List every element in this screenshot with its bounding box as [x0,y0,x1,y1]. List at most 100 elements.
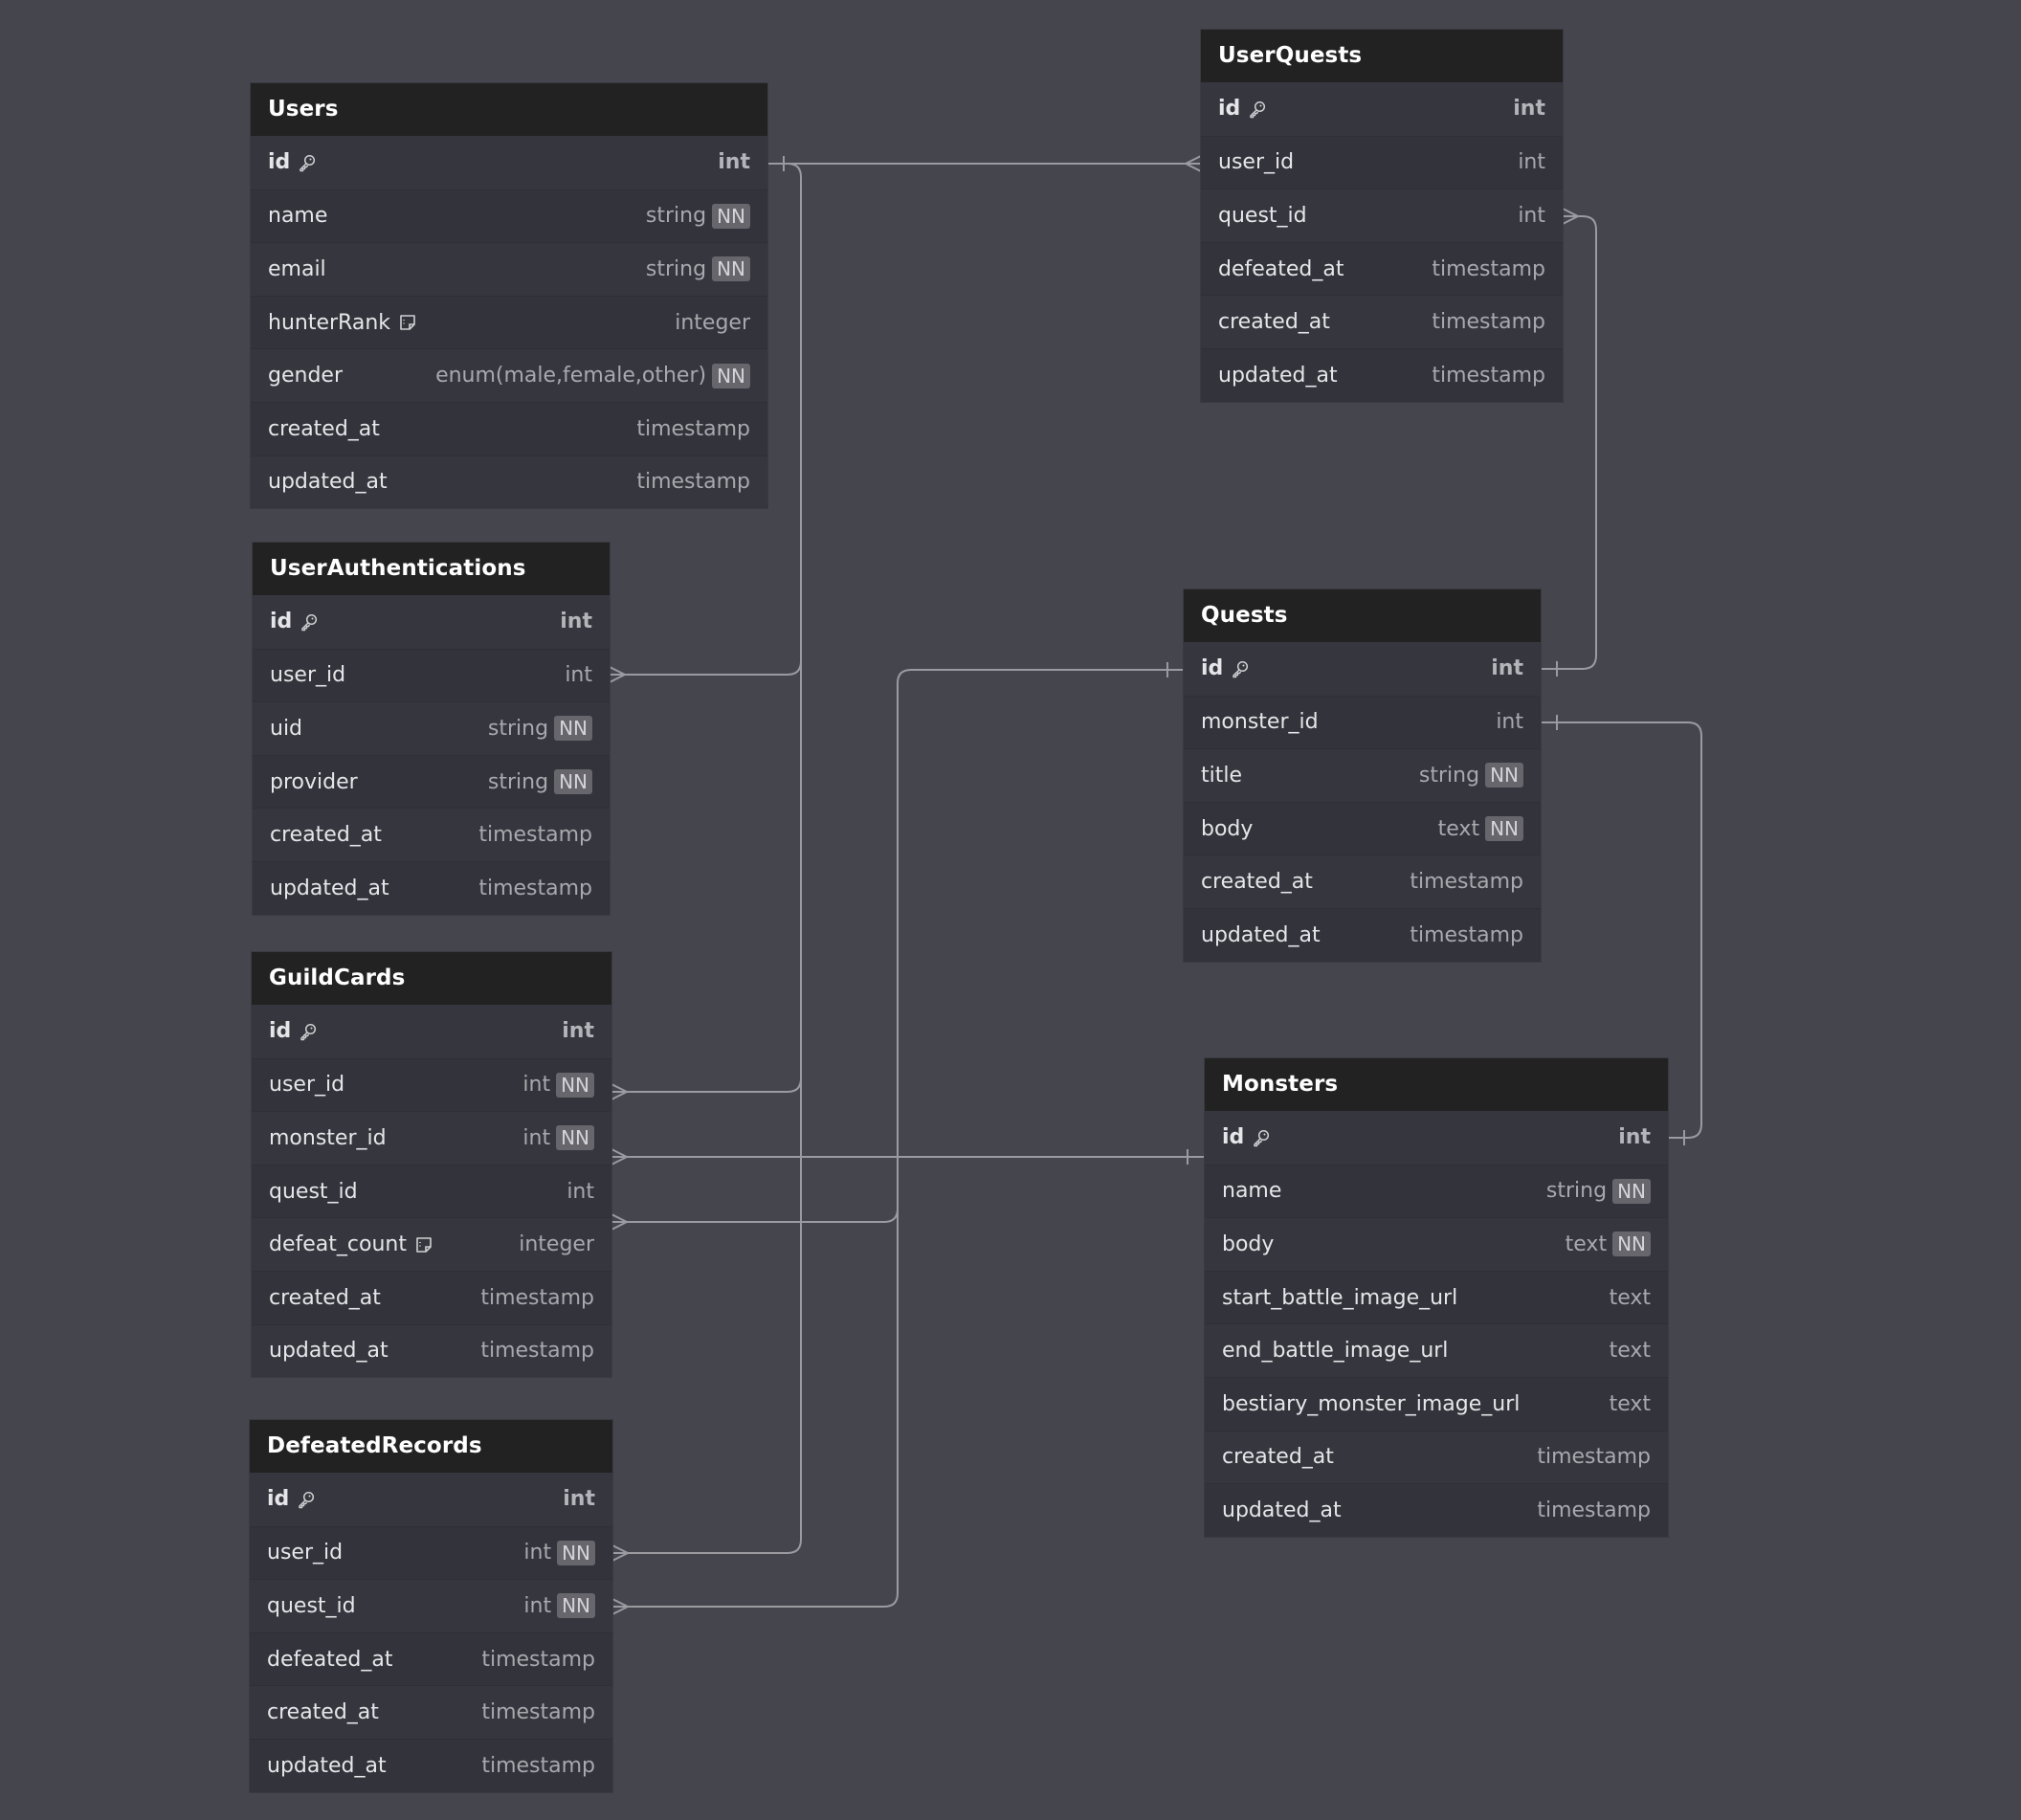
field-row[interactable]: name string NN [251,189,767,243]
field-name-text: created_at [1201,870,1313,895]
edge-users-defeatedrecords[interactable] [612,1539,802,1554]
table-title[interactable]: UserAuthentications [253,543,610,595]
field-row[interactable]: updated_at timestamp [252,1323,611,1378]
field-row[interactable]: monster_id int [1184,695,1541,749]
table-guildcards[interactable]: GuildCards id int user_id int NN monster_id int… [252,952,611,1378]
table-userquests[interactable]: UserQuests id int user_id int quest_id int defe… [1201,30,1563,402]
edge-users-userauth[interactable] [610,660,802,676]
field-row[interactable]: updated_at timestamp [250,1738,612,1792]
not-null-badge: NN [557,1593,595,1619]
field-row[interactable]: created_at timestamp [1184,855,1541,908]
field-row[interactable]: created_at timestamp [1201,295,1563,348]
field-type: integer [675,311,750,335]
edge-quests-guildcards[interactable] [611,1208,899,1223]
field-row[interactable]: id int [1205,1111,1668,1165]
table-quests[interactable]: Quests id int monster_id int title string NN bod… [1184,589,1541,962]
field-row[interactable]: defeated_at timestamp [1201,241,1563,296]
field-row[interactable]: id int [1184,642,1541,696]
field-type: timestamp [636,417,750,441]
field-row[interactable]: uid string NN [253,701,610,755]
table-title[interactable]: Monsters [1205,1058,1668,1111]
field-type-text: timestamp [1410,922,1523,947]
field-type-text: int [562,1019,594,1044]
edge-users-guildcards[interactable] [611,1077,802,1093]
field-type-text: int [523,1541,552,1565]
field-row[interactable]: bestiary_monster_image_url text [1205,1376,1668,1431]
table-title[interactable]: UserQuests [1201,30,1563,82]
not-null-badge: NN [712,256,750,282]
field-row[interactable]: id int [253,595,610,649]
field-name: user_id [267,1541,343,1565]
field-name-text: email [268,256,326,281]
field-row[interactable]: quest_id int [1201,189,1563,242]
edge-users-trunk[interactable] [767,163,802,1540]
field-type: int [1496,710,1523,734]
field-type-text: timestamp [481,1647,595,1672]
field-row[interactable]: created_at timestamp [1205,1430,1668,1484]
field-row[interactable]: updated_at timestamp [253,860,610,915]
field-name-text: quest_id [269,1179,358,1204]
field-row[interactable]: id int [250,1473,612,1526]
field-row[interactable]: email string NN [251,242,767,296]
note-icon[interactable] [414,1235,433,1254]
table-userauthentications[interactable]: UserAuthentications id int user_id int uid str… [253,543,610,915]
primary-key-icon [297,1490,316,1509]
field-name: created_at [267,1700,379,1724]
field-row[interactable]: name string NN [1205,1164,1668,1218]
table-title[interactable]: Users [251,83,767,136]
field-type: timestamp [480,1339,594,1363]
field-name-text: hunterRank [268,310,391,335]
field-type-text: text [1609,1391,1651,1416]
field-type: int [562,1019,594,1043]
table-users[interactable]: Users id int name string NN email string NN hunte… [251,83,767,509]
field-row[interactable]: updated_at timestamp [1184,907,1541,962]
field-row[interactable]: updated_at timestamp [1205,1483,1668,1537]
field-row[interactable]: user_id int [1201,135,1563,189]
field-row[interactable]: quest_id int [252,1164,611,1218]
field-row[interactable]: updated_at timestamp [1201,347,1563,402]
field-row[interactable]: monster_id int NN [252,1111,611,1165]
table-title[interactable]: GuildCards [252,952,611,1005]
field-list: id int user_id int NN monster_id int NN quest_id… [252,1005,611,1378]
field-row[interactable]: user_id int NN [252,1057,611,1112]
field-type-text: timestamp [480,1339,594,1364]
field-type: timestamp [1410,923,1523,947]
table-monsters[interactable]: Monsters id int name string NN body text NN start… [1205,1058,1668,1537]
field-row[interactable]: body text NN [1205,1217,1668,1271]
field-name: created_at [270,823,382,847]
field-name-text: id [1201,656,1224,681]
field-row[interactable]: hunterRank integer [251,295,767,349]
field-row[interactable]: created_at timestamp [251,401,767,455]
field-type-text: int [522,1125,551,1150]
field-row[interactable]: created_at timestamp [250,1685,612,1739]
field-row[interactable]: created_at timestamp [252,1270,611,1324]
table-title[interactable]: DefeatedRecords [250,1420,612,1473]
note-icon[interactable] [398,313,417,332]
field-name-text: created_at [267,1700,379,1725]
field-row[interactable]: quest_id int NN [250,1579,612,1632]
field-name: updated_at [270,877,389,900]
field-row[interactable]: body text NN [1184,801,1541,855]
field-row[interactable]: end_battle_image_url text [1205,1323,1668,1377]
field-row[interactable]: id int [251,136,767,189]
field-type: timestamp [1432,364,1545,388]
field-list: id int name string NN email string NN hunterRank… [251,136,767,509]
table-defeatedrecords[interactable]: DefeatedRecords id int user_id int NN quest_id… [250,1420,612,1792]
field-name: name [1222,1179,1281,1203]
field-row[interactable]: title string NN [1184,748,1541,802]
field-row[interactable]: gender enum(male,female,other) NN [251,348,767,402]
field-row[interactable]: id int [252,1005,611,1058]
field-row[interactable]: created_at timestamp [253,808,610,861]
field-row[interactable]: defeat_count integer [252,1217,611,1271]
field-row[interactable]: start_battle_image_url text [1205,1270,1668,1324]
field-row[interactable]: updated_at timestamp [251,455,767,509]
field-row[interactable]: user_id int NN [250,1525,612,1580]
table-title[interactable]: Quests [1184,589,1541,642]
field-row[interactable]: defeated_at timestamp [250,1631,612,1686]
edge-quests-defeatedrecords[interactable] [612,1592,899,1608]
field-row[interactable]: provider string NN [253,754,610,809]
edge-quests-trunk[interactable] [897,669,1184,1593]
field-type-text: int [1491,656,1523,681]
field-row[interactable]: id int [1201,82,1563,136]
field-row[interactable]: user_id int [253,648,610,702]
